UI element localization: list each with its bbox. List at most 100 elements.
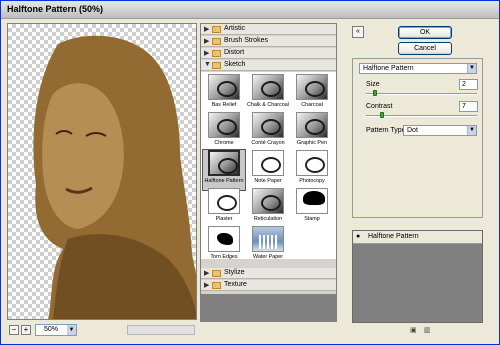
thumb-label: Graphic Pen bbox=[297, 140, 327, 146]
filter-options-panel: Halftone Pattern ▼ Size 2 Contrast 7 Pat… bbox=[352, 58, 483, 218]
thumb-label: Halftone Pattern bbox=[204, 178, 244, 184]
category-brush-strokes[interactable]: ▶ Brush Strokes bbox=[201, 36, 336, 47]
ok-button[interactable]: OK bbox=[398, 26, 452, 39]
thumb-graphic-pen[interactable]: Graphic Pen bbox=[291, 112, 333, 152]
thumb-bas-relief[interactable]: Bas Relief bbox=[203, 74, 245, 114]
zoom-value: 50% bbox=[44, 326, 59, 333]
torn-edges-preview bbox=[208, 226, 240, 252]
expand-arrow-icon: ▶ bbox=[204, 270, 210, 277]
thumb-label: Conté Crayon bbox=[251, 140, 285, 146]
effect-layers-panel: ● Halftone Pattern bbox=[352, 230, 483, 323]
size-slider[interactable] bbox=[366, 93, 477, 95]
preview-pane[interactable] bbox=[7, 23, 197, 320]
note-paper-preview bbox=[252, 150, 284, 176]
new-layer-icon[interactable]: ▣ bbox=[410, 326, 417, 334]
thumb-chrome[interactable]: Chrome bbox=[203, 112, 245, 152]
bas-relief-preview bbox=[208, 74, 240, 100]
category-sketch[interactable]: ▼ Sketch bbox=[201, 60, 336, 71]
size-slider-handle[interactable] bbox=[373, 90, 377, 96]
thumb-plaster[interactable]: Plaster bbox=[203, 188, 245, 228]
zoom-out-button[interactable]: − bbox=[9, 325, 19, 335]
graphic-pen-preview bbox=[296, 112, 328, 138]
category-label: Distort bbox=[224, 49, 245, 56]
category-label: Stylize bbox=[224, 269, 245, 276]
category-artistic[interactable]: ▶ Artistic bbox=[201, 24, 336, 35]
thumb-note-paper[interactable]: Note Paper bbox=[247, 150, 289, 190]
collapse-gallery-button[interactable]: « bbox=[352, 26, 364, 38]
chevron-down-icon: ▼ bbox=[467, 64, 476, 73]
effect-layer-label: Halftone Pattern bbox=[368, 233, 419, 240]
photocopy-preview bbox=[296, 150, 328, 176]
filter-select[interactable]: Halftone Pattern ▼ bbox=[359, 63, 477, 74]
thumb-label: Charcoal bbox=[301, 102, 323, 108]
contrast-input[interactable]: 7 bbox=[459, 101, 478, 112]
category-label: Brush Strokes bbox=[224, 37, 268, 44]
thumb-label: Photocopy bbox=[299, 178, 325, 184]
thumb-reticulation[interactable]: Reticulation bbox=[247, 188, 289, 228]
folder-icon bbox=[212, 270, 221, 277]
trash-icon[interactable]: ▥ bbox=[424, 326, 431, 334]
thumb-label: Chrome bbox=[214, 140, 234, 146]
chalk-charcoal-preview bbox=[252, 74, 284, 100]
category-stylize[interactable]: ▶ Stylize bbox=[201, 268, 336, 279]
eye-icon[interactable]: ● bbox=[356, 233, 360, 240]
thumb-label: Stamp bbox=[304, 216, 320, 222]
thumb-halftone-pattern[interactable]: Halftone Pattern bbox=[202, 149, 246, 191]
expand-arrow-icon: ▶ bbox=[204, 282, 210, 289]
preview-image bbox=[33, 35, 196, 319]
zoom-in-button[interactable]: + bbox=[21, 325, 31, 335]
pattern-type-select[interactable]: Dot ▼ bbox=[403, 125, 477, 136]
water-paper-preview bbox=[252, 226, 284, 252]
thumb-label: Plaster bbox=[215, 216, 233, 222]
halftone-dialog: Halftone Pattern (50%) − + 50% ▼ ▶ Artis… bbox=[0, 0, 500, 345]
category-label: Sketch bbox=[224, 61, 246, 68]
size-input[interactable]: 2 bbox=[459, 79, 478, 90]
contrast-label: Contrast bbox=[366, 103, 393, 110]
folder-icon bbox=[212, 26, 221, 33]
filter-select-value: Halftone Pattern bbox=[363, 65, 414, 72]
sketch-thumbnails: Bas Relief Chalk & Charcoal Charcoal Chr… bbox=[201, 72, 336, 260]
thumb-torn-edges[interactable]: Torn Edges bbox=[203, 226, 245, 266]
folder-icon bbox=[212, 38, 221, 45]
stamp-preview bbox=[296, 188, 328, 214]
thumb-charcoal[interactable]: Charcoal bbox=[291, 74, 333, 114]
expand-arrow-icon: ▶ bbox=[204, 26, 210, 33]
folder-icon bbox=[212, 50, 221, 57]
cancel-button[interactable]: Cancel bbox=[398, 42, 452, 55]
window-title: Halftone Pattern (50%) bbox=[7, 4, 104, 14]
expand-arrow-icon: ▶ bbox=[204, 38, 210, 45]
expand-arrow-icon: ▶ bbox=[204, 50, 210, 57]
pattern-type-label: Pattern Type: bbox=[366, 127, 408, 134]
folder-icon bbox=[212, 282, 221, 289]
thumb-photocopy[interactable]: Photocopy bbox=[291, 150, 333, 190]
category-distort[interactable]: ▶ Distort bbox=[201, 48, 336, 59]
thumb-label: Torn Edges bbox=[210, 254, 238, 260]
thumb-water-paper[interactable]: Water Paper bbox=[247, 226, 289, 266]
thumb-stamp[interactable]: Stamp bbox=[291, 188, 333, 228]
thumb-label: Water Paper bbox=[252, 254, 284, 260]
plaster-preview bbox=[208, 188, 240, 214]
chevron-down-icon: ▼ bbox=[467, 126, 476, 135]
thumb-label: Note Paper bbox=[254, 178, 282, 184]
zoom-select[interactable]: 50% ▼ bbox=[35, 324, 77, 336]
preview-scrollbar[interactable] bbox=[127, 325, 195, 335]
pattern-type-value: Dot bbox=[407, 127, 418, 134]
charcoal-preview bbox=[296, 74, 328, 100]
category-label: Texture bbox=[224, 281, 247, 288]
filter-gallery: ▶ Artistic ▶ Brush Strokes ▶ Distort ▼ S… bbox=[200, 23, 337, 322]
effect-layer-row[interactable]: ● Halftone Pattern bbox=[353, 231, 482, 244]
category-label: Artistic bbox=[224, 25, 245, 32]
folder-open-icon bbox=[212, 62, 221, 69]
thumb-chalk-charcoal[interactable]: Chalk & Charcoal bbox=[247, 74, 289, 114]
thumb-label: Bas Relief bbox=[211, 102, 237, 108]
category-texture[interactable]: ▶ Texture bbox=[201, 280, 336, 291]
gallery-empty-area bbox=[201, 294, 336, 321]
size-label: Size bbox=[366, 81, 380, 88]
chevron-down-icon: ▼ bbox=[67, 325, 76, 335]
thumb-label: Chalk & Charcoal bbox=[247, 102, 289, 108]
thumb-label: Reticulation bbox=[253, 216, 283, 222]
zoom-bar: − + 50% ▼ bbox=[7, 324, 197, 338]
thumb-conte-crayon[interactable]: Conté Crayon bbox=[247, 112, 289, 152]
contrast-slider-handle[interactable] bbox=[380, 112, 384, 118]
reticulation-preview bbox=[252, 188, 284, 214]
